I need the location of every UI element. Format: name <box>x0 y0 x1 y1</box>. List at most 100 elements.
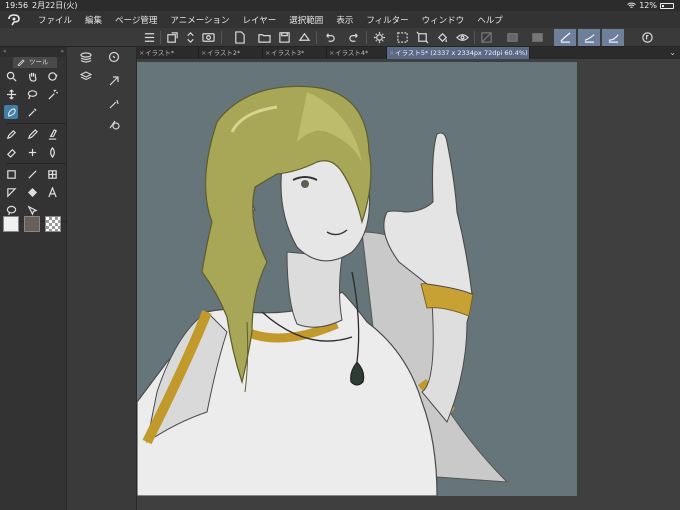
tab-close-icon[interactable]: × <box>201 47 206 59</box>
sub-tool-icon[interactable] <box>107 97 121 111</box>
frame-tool-icon[interactable] <box>45 167 59 181</box>
figure-tool-icon[interactable] <box>4 185 18 199</box>
main-color-swatch[interactable] <box>3 216 19 232</box>
eraser-tool-icon[interactable] <box>4 145 18 159</box>
fit-screen-icon[interactable] <box>199 29 217 46</box>
magic-wand-icon[interactable] <box>45 87 59 101</box>
battery-percent: 12% <box>639 1 657 10</box>
layer-icon[interactable] <box>503 29 521 46</box>
lasso-icon[interactable] <box>25 87 39 101</box>
transparent-color-swatch[interactable] <box>45 216 61 232</box>
menu-filter[interactable]: フィルター <box>366 14 408 26</box>
fill-tool-icon[interactable] <box>25 185 39 199</box>
menu-edit[interactable]: 編集 <box>85 14 102 26</box>
stabilize-1-icon[interactable] <box>554 29 576 46</box>
chevron-down-icon[interactable]: ⌄ <box>669 48 676 57</box>
quick-access-icon[interactable] <box>638 29 656 46</box>
view-icon[interactable] <box>453 29 471 46</box>
panel-header: « » <box>0 47 67 57</box>
color-set-icon[interactable] <box>107 117 121 131</box>
pen-tab-icon <box>17 59 25 66</box>
panel-collapse-left-icon[interactable]: « <box>3 48 7 55</box>
tab-close-icon[interactable]: × <box>389 47 394 59</box>
balloon-tool-icon[interactable] <box>4 203 18 217</box>
layer-stack-icon[interactable] <box>79 50 93 64</box>
status-right: 12% <box>627 0 674 11</box>
panel-collapse-right-icon[interactable]: » <box>60 48 64 55</box>
search-layer-icon[interactable] <box>107 50 121 64</box>
layers-icon[interactable] <box>79 69 93 83</box>
decoration-tool-icon[interactable] <box>25 145 39 159</box>
ruler-icon[interactable] <box>477 29 495 46</box>
rotate-icon[interactable] <box>45 69 59 83</box>
tab-document-1[interactable]: × イラスト* <box>137 47 199 59</box>
menu-help[interactable]: ヘルプ <box>477 14 503 26</box>
layer-mask-icon[interactable] <box>528 29 546 46</box>
navigator-icon[interactable] <box>107 74 121 88</box>
transform-icon[interactable] <box>413 29 431 46</box>
eyedropper-icon[interactable] <box>25 105 39 119</box>
tab-document-5[interactable]: × イラスト5* (2337 x 2334px 72dpi 60.4%) <box>387 47 530 59</box>
status-date: 2月22日(火) <box>32 1 78 10</box>
eyedropper-selected-icon[interactable] <box>4 105 18 119</box>
tool-palette: « » ツール <box>0 47 69 510</box>
illustration-artwork <box>137 62 577 496</box>
menu-page[interactable]: ページ管理 <box>115 14 157 26</box>
clip-studio-window: 19:56 2月22日(火) 12% ファイル 編集 ページ管理 アニメーション… <box>0 0 680 510</box>
brush-tool-icon[interactable] <box>45 127 59 141</box>
select-all-icon[interactable] <box>393 29 411 46</box>
menu-file[interactable]: ファイル <box>38 14 72 26</box>
menu-list: ファイル 編集 ページ管理 アニメーション レイヤー 選択範囲 表示 フィルター… <box>38 11 516 28</box>
tab-close-icon[interactable]: × <box>265 47 270 59</box>
pencil-tool-icon[interactable] <box>25 127 39 141</box>
new-file-icon[interactable] <box>230 29 248 46</box>
tool-tab[interactable]: ツール <box>13 57 57 68</box>
battery-icon <box>660 2 674 9</box>
redo-icon[interactable] <box>345 29 363 46</box>
eraser-clear-icon[interactable] <box>295 29 313 46</box>
updown-icon[interactable] <box>181 29 199 46</box>
text-tool-icon[interactable] <box>45 185 59 199</box>
tab-document-3[interactable]: × イラスト3* <box>263 47 327 59</box>
tab-label: イラスト2* <box>207 49 241 57</box>
drawing-canvas[interactable] <box>137 62 577 496</box>
wifi-icon <box>627 2 637 8</box>
tool-property-panel <box>67 47 137 510</box>
menu-layer[interactable]: レイヤー <box>243 14 277 26</box>
status-time: 19:56 <box>5 1 29 10</box>
move-icon[interactable] <box>4 87 18 101</box>
document-tabs: × イラスト* × イラスト2* × イラスト3* × イラスト4* × イラスト5* (… <box>137 47 680 59</box>
tab-label: イラスト* <box>145 49 175 57</box>
tab-close-icon[interactable]: × <box>139 47 144 59</box>
app-logo-icon[interactable] <box>6 13 22 27</box>
save-icon[interactable] <box>275 29 293 46</box>
sparkle-icon[interactable] <box>370 29 388 46</box>
menu-bar: ファイル 編集 ページ管理 アニメーション レイヤー 選択範囲 表示 フィルター… <box>0 11 680 28</box>
stabilize-2-icon[interactable] <box>578 29 600 46</box>
gradient-tool-icon[interactable] <box>4 167 18 181</box>
tool-tab-label: ツール <box>29 58 49 66</box>
menu-view[interactable]: 表示 <box>336 14 353 26</box>
fill-icon[interactable] <box>433 29 451 46</box>
tab-close-icon[interactable]: × <box>329 47 334 59</box>
zoom-icon[interactable] <box>4 69 18 83</box>
tab-document-2[interactable]: × イラスト2* <box>199 47 263 59</box>
menu-window[interactable]: ウィンドウ <box>422 14 465 26</box>
new-layer-icon[interactable] <box>163 29 181 46</box>
blend-tool-icon[interactable] <box>45 145 59 159</box>
hand-icon[interactable] <box>25 69 39 83</box>
hamburger-icon[interactable] <box>140 29 158 46</box>
ios-status-bar: 19:56 2月22日(火) 12% <box>0 0 680 11</box>
sub-color-swatch[interactable] <box>24 216 40 232</box>
tab-document-4[interactable]: × イラスト4* <box>327 47 387 59</box>
command-bar <box>0 28 680 47</box>
open-folder-icon[interactable] <box>255 29 273 46</box>
stabilize-3-icon[interactable] <box>602 29 624 46</box>
menu-animation[interactable]: アニメーション <box>170 14 229 26</box>
undo-icon[interactable] <box>320 29 338 46</box>
menu-selection[interactable]: 選択範囲 <box>289 14 323 26</box>
operation-tool-icon[interactable] <box>25 203 39 217</box>
pen-tool-icon[interactable] <box>4 127 18 141</box>
canvas-workspace <box>137 59 680 510</box>
line-tool-icon[interactable] <box>25 167 39 181</box>
